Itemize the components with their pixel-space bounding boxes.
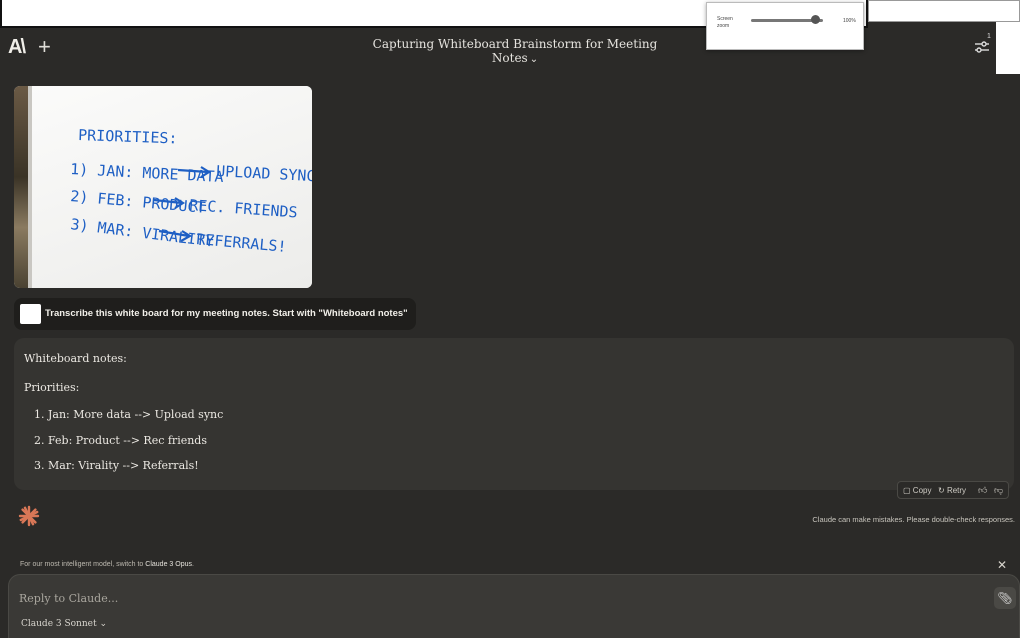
anthropic-logo[interactable]: A\ xyxy=(8,36,26,59)
claude-logo-icon xyxy=(18,505,40,527)
avatar xyxy=(20,304,41,324)
browser-top-bar-right xyxy=(868,0,1020,22)
disclaimer-text: Claude can make mistakes. Please double-… xyxy=(812,515,1015,524)
copy-icon: ▢ xyxy=(903,486,911,495)
upgrade-note: For our most intelligent model, switch t… xyxy=(20,561,194,568)
paperclip-icon: 📎︎ xyxy=(997,591,1013,605)
retry-button[interactable]: ↻ Retry xyxy=(938,486,966,495)
image-left-edge xyxy=(14,86,28,288)
response-subheading: Priorities: xyxy=(24,381,80,394)
copy-button[interactable]: ▢ Copy xyxy=(903,486,931,495)
opus-link[interactable]: Claude 3 Opus xyxy=(145,561,192,568)
chat-title: Capturing Whiteboard Brainstorm for Meet… xyxy=(372,37,658,65)
list-item: 3. Mar: Virality --> Referrals! xyxy=(34,459,199,472)
new-chat-plus-icon[interactable]: + xyxy=(38,34,51,60)
list-item: 1. Jan: More data --> Upload sync xyxy=(34,408,224,421)
attach-file-button[interactable]: 📎︎ xyxy=(994,587,1016,609)
reply-input[interactable] xyxy=(19,589,959,607)
user-message: Transcribe this white board for my meeti… xyxy=(14,298,416,330)
whiteboard-drawing: PRIORITIES: 1) JAN: MORE DATA UPLOAD SYN… xyxy=(70,126,312,256)
wb-line-1-result: UPLOAD SYNC xyxy=(216,162,312,185)
chevron-down-icon: ⌄ xyxy=(529,54,539,65)
zoom-value: 100% xyxy=(843,18,856,24)
settings-sliders-icon[interactable] xyxy=(973,38,991,56)
response-actions-bar: ▢ Copy ↻ Retry 👍︎ 👎︎ xyxy=(897,481,1009,499)
whiteboard-image[interactable]: PRIORITIES: 1) JAN: MORE DATA UPLOAD SYN… xyxy=(14,86,312,288)
response-heading: Whiteboard notes: xyxy=(24,352,127,365)
settings-badge: 1 xyxy=(987,33,991,40)
wb-heading: PRIORITIES: xyxy=(78,126,178,147)
chevron-down-icon: ⌄ xyxy=(99,619,108,629)
close-icon[interactable]: ✕ xyxy=(997,558,1007,572)
wb-line-2: 2) FEB: PRODUCT xyxy=(70,187,207,217)
model-name: Claude 3 Sonnet xyxy=(21,619,97,629)
retry-icon: ↻ xyxy=(938,486,945,495)
composer: 📎︎ Claude 3 Sonnet ⌄ xyxy=(8,574,1020,638)
wb-line-1: 1) JAN: MORE DATA xyxy=(70,160,224,186)
zoom-slider-handle[interactable] xyxy=(811,15,821,24)
thumbs-down-icon[interactable]: 👎︎ xyxy=(994,485,1003,496)
thumbs-up-icon[interactable]: 👍︎ xyxy=(978,485,987,496)
chat-title-dropdown[interactable]: Capturing Whiteboard Brainstorm for Meet… xyxy=(370,37,660,65)
user-message-text: Transcribe this white board for my meeti… xyxy=(45,308,408,319)
model-selector[interactable]: Claude 3 Sonnet ⌄ xyxy=(21,619,107,629)
list-item: 2. Feb: Product --> Rec friends xyxy=(34,434,207,447)
wb-line-3: 3) MAR: VIRALITY xyxy=(70,215,216,250)
assistant-message: Whiteboard notes: Priorities: 1. Jan: Mo… xyxy=(14,338,1014,490)
app-header: A\ + Capturing Whiteboard Brainstorm for… xyxy=(0,28,1020,68)
wb-line-2-result: REC. FRIENDS xyxy=(189,196,298,222)
whiteboard-surface: PRIORITIES: 1) JAN: MORE DATA UPLOAD SYN… xyxy=(32,86,312,288)
wb-line-3-result: REFERRALS! xyxy=(196,230,288,256)
